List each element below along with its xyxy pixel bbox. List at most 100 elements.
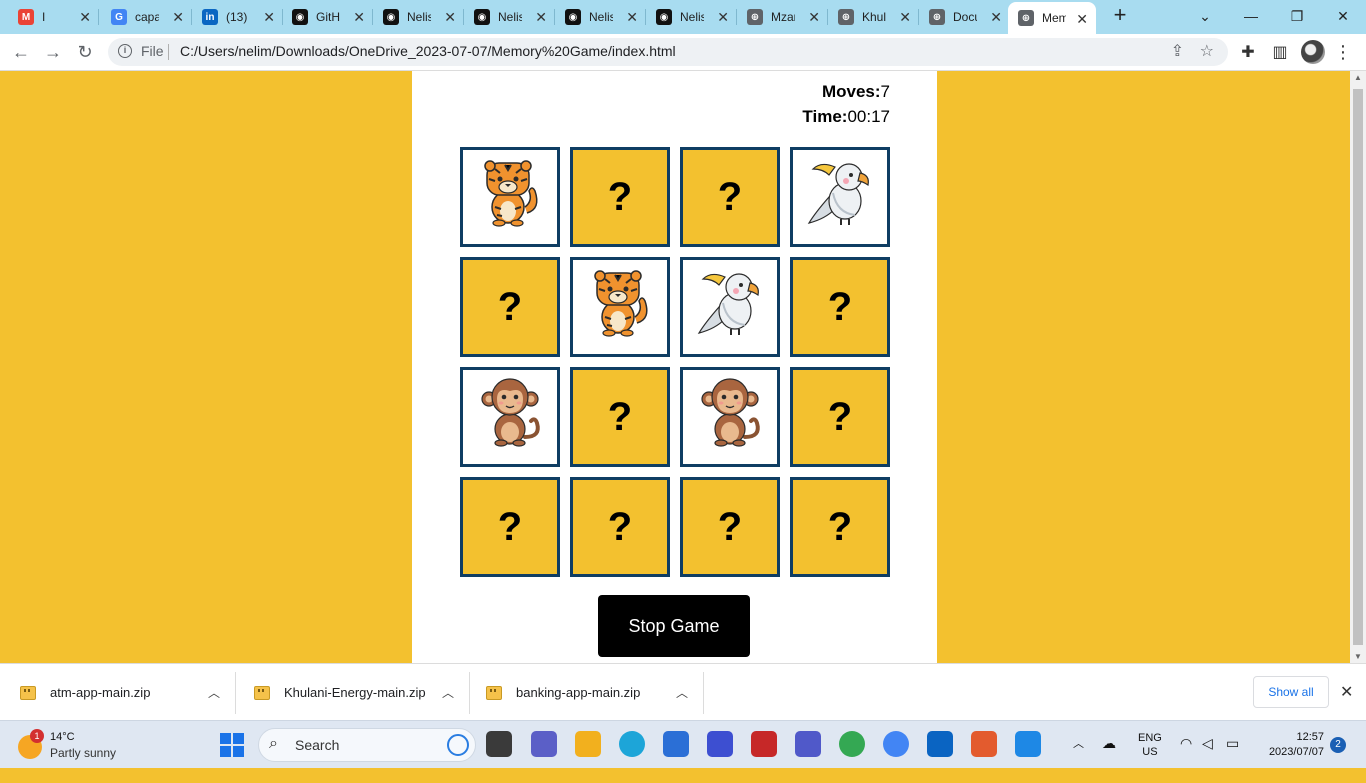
close-tab-icon[interactable]: ✕: [717, 10, 729, 24]
notification-count-badge[interactable]: 2: [1330, 737, 1346, 753]
tab-search-chevron-icon[interactable]: ⌄: [1182, 0, 1228, 34]
chrome-icon[interactable]: [883, 731, 909, 757]
site-info-icon[interactable]: i: [118, 44, 132, 58]
tab-title: Docu: [953, 10, 977, 24]
browser-tab[interactable]: ◉ Nelis ✕: [646, 0, 737, 34]
edge-icon[interactable]: [619, 731, 645, 757]
card-cockatoo-revealed[interactable]: [790, 147, 890, 247]
close-tab-icon[interactable]: ✕: [444, 10, 456, 24]
search-icon: ⌕: [269, 735, 278, 752]
card-monkey-revealed[interactable]: [680, 367, 780, 467]
system-clock[interactable]: 12:57 2023/07/07: [1258, 730, 1324, 760]
card-hidden[interactable]: ?: [680, 477, 780, 577]
card-hidden[interactable]: ?: [570, 367, 670, 467]
card-monkey-revealed[interactable]: [460, 367, 560, 467]
show-all-downloads-button[interactable]: Show all: [1253, 676, 1329, 708]
mcafee-icon[interactable]: [751, 731, 777, 757]
file-explorer-icon[interactable]: [575, 731, 601, 757]
back-arrow-icon[interactable]: ←: [8, 40, 34, 66]
close-tab-icon[interactable]: ✕: [899, 10, 911, 24]
windows-start-icon[interactable]: [220, 733, 244, 757]
close-tab-icon[interactable]: ✕: [990, 10, 1002, 24]
browser-tab[interactable]: ⊕ Khula ✕: [828, 0, 919, 34]
card-cockatoo-revealed[interactable]: [680, 257, 780, 357]
url-text[interactable]: C:/Users/nelim/Downloads/OneDrive_2023-0…: [180, 43, 676, 59]
show-hidden-icons-caret-icon[interactable]: ︿: [1073, 735, 1084, 783]
task-view-icon[interactable]: [486, 731, 512, 757]
page-viewport: Moves:7 Time:00:17 ?? ? ? ? ? ? ? ? ? St…: [0, 71, 1350, 663]
browser-tab[interactable]: ⊕ Mem ✕: [1008, 2, 1096, 34]
new-tab-button[interactable]: +: [1108, 4, 1132, 28]
card-hidden[interactable]: ?: [460, 257, 560, 357]
download-options-caret-icon[interactable]: ︿: [208, 684, 220, 701]
wifi-icon[interactable]: ◠: [1180, 735, 1192, 783]
browser-tab[interactable]: ◉ Nelis ✕: [373, 0, 464, 34]
download-options-caret-icon[interactable]: ︿: [442, 684, 454, 701]
forward-arrow-icon[interactable]: →: [40, 40, 66, 66]
bookmark-star-icon[interactable]: ☆: [1200, 41, 1214, 61]
chrome-profile-icon[interactable]: [839, 731, 865, 757]
restore-button[interactable]: ❐: [1274, 0, 1320, 34]
card-tiger-revealed[interactable]: [460, 147, 560, 247]
outlook-icon[interactable]: [927, 731, 953, 757]
network-status-icon[interactable]: ☁: [1102, 735, 1116, 783]
download-item[interactable]: Khulani-Energy-main.zip ︿: [236, 664, 470, 721]
close-window-button[interactable]: ✕: [1320, 0, 1366, 34]
close-tab-icon[interactable]: ✕: [535, 10, 547, 24]
browser-tab[interactable]: ⊕ Mzar ✕: [737, 0, 828, 34]
close-tab-icon[interactable]: ✕: [263, 10, 275, 24]
weather-widget[interactable]: 1 14°C Partly sunny: [18, 729, 168, 763]
clock-time: 12:57: [1296, 731, 1324, 743]
scrollbar-thumb[interactable]: [1353, 89, 1363, 645]
card-hidden[interactable]: ?: [570, 147, 670, 247]
dev-app-icon[interactable]: [707, 731, 733, 757]
browser-tab[interactable]: ⊕ Docu ✕: [919, 0, 1010, 34]
scroll-up-arrow-icon[interactable]: ▲: [1354, 73, 1362, 82]
teams-chat-icon[interactable]: [531, 731, 557, 757]
card-hidden[interactable]: ?: [790, 257, 890, 357]
browser-tab[interactable]: ◉ Nelis ✕: [464, 0, 555, 34]
page-scrollbar[interactable]: ▲ ▼: [1350, 71, 1366, 663]
browser-tab[interactable]: ◉ Nelis ✕: [555, 0, 646, 34]
share-icon[interactable]: ⇪: [1171, 41, 1184, 61]
card-hidden[interactable]: ?: [570, 477, 670, 577]
microsoft-store-icon[interactable]: [663, 731, 689, 757]
close-tab-icon[interactable]: ✕: [353, 10, 365, 24]
language-indicator[interactable]: ENG US: [1138, 731, 1162, 779]
address-bar[interactable]: i File C:/Users/nelim/Downloads/OneDrive…: [108, 38, 1228, 66]
snipping-tool-icon[interactable]: [971, 731, 997, 757]
close-tab-icon[interactable]: ✕: [79, 10, 91, 24]
card-tiger-revealed[interactable]: [570, 257, 670, 357]
minimize-button[interactable]: —: [1228, 0, 1274, 34]
question-mark-icon: ?: [717, 174, 743, 219]
card-hidden[interactable]: ?: [680, 147, 780, 247]
teams-icon[interactable]: [795, 731, 821, 757]
card-hidden[interactable]: ?: [460, 477, 560, 577]
browser-tab[interactable]: Gcapa ✕: [101, 0, 192, 34]
card-hidden[interactable]: ?: [790, 477, 890, 577]
taskbar-search[interactable]: ⌕ Search: [258, 728, 476, 762]
vscode-icon[interactable]: [1015, 731, 1041, 757]
browser-tab[interactable]: ◉ GitH ✕: [282, 0, 373, 34]
card-hidden[interactable]: ?: [790, 367, 890, 467]
stop-game-button[interactable]: Stop Game: [598, 595, 750, 657]
battery-icon[interactable]: ▭: [1226, 735, 1239, 783]
close-shelf-icon[interactable]: ✕: [1340, 682, 1353, 702]
download-options-caret-icon[interactable]: ︿: [676, 684, 688, 701]
browser-tab[interactable]: in (13) ✕: [192, 0, 283, 34]
close-tab-icon[interactable]: ✕: [808, 10, 820, 24]
profile-avatar[interactable]: [1301, 40, 1325, 64]
close-tab-icon[interactable]: ✕: [626, 10, 638, 24]
extensions-puzzle-icon[interactable]: ✚: [1237, 42, 1259, 64]
browser-tab[interactable]: M I ✕: [8, 0, 99, 34]
reload-icon[interactable]: ↻: [72, 40, 98, 66]
browser-menu-icon[interactable]: ⋮: [1334, 40, 1352, 64]
side-panel-icon[interactable]: ▥: [1269, 42, 1291, 64]
volume-icon[interactable]: ◁: [1202, 735, 1213, 783]
close-tab-icon[interactable]: ✕: [1076, 12, 1088, 26]
bing-icon[interactable]: [447, 734, 469, 756]
close-tab-icon[interactable]: ✕: [172, 10, 184, 24]
scroll-down-arrow-icon[interactable]: ▼: [1354, 652, 1362, 661]
download-item[interactable]: banking-app-main.zip ︿: [470, 664, 704, 721]
download-item[interactable]: atm-app-main.zip ︿: [0, 664, 236, 721]
